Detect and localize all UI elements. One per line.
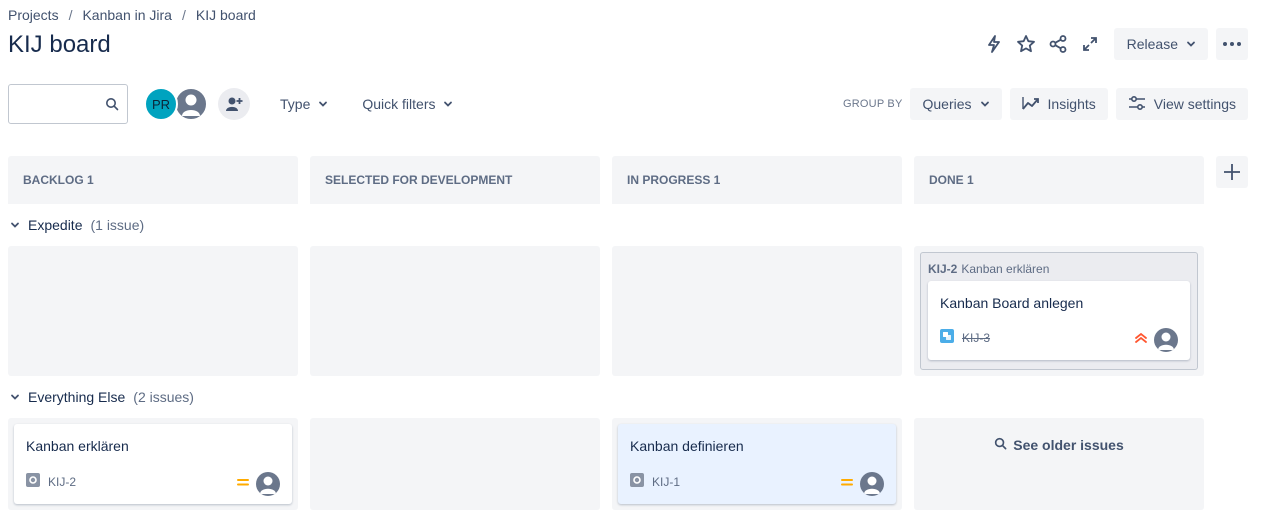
chevron-down-icon [443, 96, 453, 112]
chevron-down-icon [10, 217, 20, 233]
breadcrumb-project[interactable]: Kanban in Jira [82, 7, 172, 23]
issue-card[interactable]: Kanban definieren KIJ-1 [618, 424, 896, 504]
priority-medium-icon [236, 475, 250, 494]
insights-label: Insights [1047, 96, 1096, 112]
swimlane-name: Everything Else [28, 389, 126, 405]
add-people-icon[interactable] [218, 88, 250, 120]
see-older-issues-button[interactable]: See older issues [994, 436, 1124, 454]
type-filter-dropdown[interactable]: Type [270, 88, 338, 120]
board-toolbar: PR Type Quick filters GROUP BY Queries I… [8, 84, 1248, 124]
priority-medium-icon [840, 475, 854, 494]
star-icon[interactable] [1010, 28, 1042, 60]
release-button[interactable]: Release [1113, 28, 1208, 60]
column-header-in-progress[interactable]: IN PROGRESS 1 [612, 156, 902, 204]
card-meta [1134, 328, 1178, 352]
more-icon[interactable] [1216, 28, 1248, 60]
sliders-icon [1128, 95, 1146, 114]
issue-card[interactable]: Kanban erklären KIJ-2 [14, 424, 292, 504]
breadcrumb-board[interactable]: KIJ board [196, 7, 256, 23]
swimlane-header-everything-else[interactable]: Everything Else (2 issues) [10, 389, 194, 405]
parent-issue-group[interactable]: KIJ-2 Kanban erklären Kanban Board anleg… [920, 252, 1198, 370]
swimlane-name: Expedite [28, 217, 83, 233]
page-title: KIJ board [8, 31, 111, 58]
column-header-selected-for-development[interactable]: SELECTED FOR DEVELOPMENT [310, 156, 600, 204]
swimlane-count: (2 issues) [133, 389, 194, 405]
insights-button[interactable]: Insights [1009, 88, 1108, 120]
group-by-label: GROUP BY [843, 98, 903, 110]
card-footer: KIJ-2 [26, 473, 76, 490]
quick-filters-label: Quick filters [362, 96, 436, 112]
group-by-dropdown[interactable]: Queries [910, 88, 1002, 120]
search-input[interactable] [17, 85, 107, 123]
swimlane-header-expedite[interactable]: Expedite (1 issue) [10, 217, 144, 233]
parent-issue-key[interactable]: KIJ-2 [928, 262, 957, 276]
chevron-down-icon [10, 389, 20, 405]
breadcrumb-separator: / [181, 7, 186, 23]
release-button-label: Release [1126, 36, 1178, 52]
card-title: Kanban definieren [630, 438, 744, 454]
breadcrumb: Projects / Kanban in Jira / KIJ board [8, 7, 256, 23]
assignee-avatars: PR [144, 87, 208, 121]
board-cell-empty [310, 246, 600, 376]
search-icon [105, 97, 119, 116]
issue-card[interactable]: Kanban Board anlegen KIJ-3 [928, 281, 1190, 360]
quick-filters-dropdown[interactable]: Quick filters [352, 88, 463, 120]
assignee-avatar-icon[interactable] [256, 472, 280, 496]
expand-icon[interactable] [1074, 28, 1106, 60]
assignee-avatar-icon[interactable] [1154, 328, 1178, 352]
assignee-avatar-icon[interactable] [860, 472, 884, 496]
card-footer: KIJ-3 [940, 329, 990, 346]
card-meta [840, 472, 884, 496]
card-meta [236, 472, 280, 496]
parent-issue-summary: Kanban erklären [961, 262, 1050, 276]
board-cell-empty [310, 418, 600, 510]
breadcrumb-projects[interactable]: Projects [8, 7, 59, 23]
card-key[interactable]: KIJ-3 [962, 331, 990, 345]
board-cell-empty [8, 246, 298, 376]
column-header-done[interactable]: DONE 1 [914, 156, 1204, 204]
add-column-plus-icon[interactable] [1216, 156, 1248, 188]
card-key[interactable]: KIJ-1 [652, 475, 680, 489]
toolbar-right: GROUP BY Queries Insights View settings [843, 88, 1248, 120]
breadcrumb-separator: / [68, 7, 73, 23]
chevron-down-icon [318, 96, 328, 112]
share-icon[interactable] [1042, 28, 1074, 60]
view-settings-label: View settings [1153, 96, 1236, 112]
type-filter-label: Type [280, 96, 311, 112]
avatar-user-icon[interactable] [174, 87, 208, 121]
see-older-issues-cell: See older issues [914, 418, 1204, 510]
chevron-down-icon [980, 96, 990, 112]
column-header-backlog[interactable]: BACKLOG 1 [8, 156, 298, 204]
see-older-issues-label: See older issues [1013, 437, 1124, 453]
card-title: Kanban erklären [26, 438, 129, 454]
priority-highest-icon [1134, 331, 1148, 350]
header-actions: Release [978, 28, 1248, 60]
insights-chart-icon [1021, 96, 1040, 113]
issue-type-icon [630, 473, 644, 490]
search-field[interactable] [8, 84, 128, 124]
view-settings-button[interactable]: View settings [1115, 88, 1248, 120]
card-title: Kanban Board anlegen [940, 295, 1084, 311]
card-key[interactable]: KIJ-2 [48, 475, 76, 489]
card-footer: KIJ-1 [630, 473, 680, 490]
subtask-type-icon [940, 329, 954, 346]
parent-issue-header: KIJ-2 Kanban erklären [928, 262, 1049, 276]
lightning-icon[interactable] [978, 28, 1010, 60]
avatar[interactable]: PR [144, 87, 178, 121]
swimlane-count: (1 issue) [90, 217, 145, 233]
search-icon [994, 437, 1007, 453]
board-cell-empty [612, 246, 902, 376]
group-by-value: Queries [922, 96, 972, 112]
issue-type-icon [26, 473, 40, 490]
chevron-down-icon [1186, 36, 1196, 52]
